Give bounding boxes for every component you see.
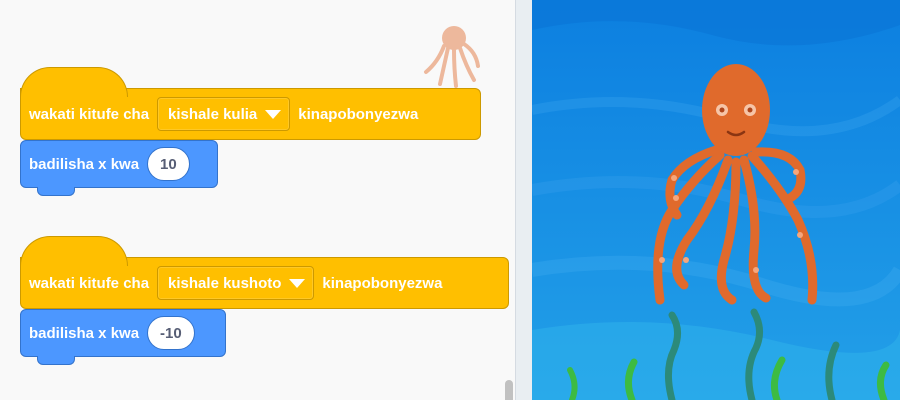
motion-block-label: badilisha x kwa: [29, 155, 140, 173]
key-dropdown[interactable]: kishale kushoto: [157, 266, 315, 300]
change-x-by-block[interactable]: badilisha x kwa 10: [20, 140, 218, 196]
chevron-down-icon: [265, 109, 282, 119]
script-right-arrow[interactable]: wakati kitufe cha kishale kulia kinapobo…: [20, 67, 481, 196]
when-key-pressed-hat-block[interactable]: wakati kitufe cha kishale kushoto kinapo…: [20, 236, 509, 309]
vertical-scrollbar[interactable]: [505, 380, 513, 400]
octopus-sprite[interactable]: [632, 60, 832, 310]
sprite-thumbnail-octopus-icon: [424, 26, 480, 88]
script-left-arrow[interactable]: wakati kitufe cha kishale kushoto kinapo…: [20, 236, 509, 365]
motion-block-label: badilisha x kwa: [29, 324, 140, 342]
key-dropdown-value: kishale kushoto: [168, 274, 282, 292]
hat-block-cap: [20, 236, 128, 266]
hat-block-prefix-label: wakati kitufe cha: [29, 274, 150, 292]
code-area[interactable]: wakati kitufe cha kishale kulia kinapobo…: [0, 0, 515, 400]
change-x-by-block[interactable]: badilisha x kwa -10: [20, 309, 226, 365]
when-key-pressed-hat-block[interactable]: wakati kitufe cha kishale kulia kinapobo…: [20, 67, 481, 140]
key-dropdown[interactable]: kishale kulia: [157, 97, 291, 131]
pane-divider[interactable]: [515, 0, 532, 400]
hat-block-suffix-label: kinapobonyezwa: [298, 105, 419, 123]
chevron-down-icon: [289, 278, 306, 288]
hat-block-cap: [20, 67, 128, 97]
block-notch: [37, 356, 75, 365]
change-x-value-input[interactable]: -10: [147, 316, 195, 350]
stage[interactable]: [532, 0, 900, 400]
hat-block-prefix-label: wakati kitufe cha: [29, 105, 150, 123]
key-dropdown-value: kishale kulia: [168, 105, 258, 123]
block-notch: [37, 187, 75, 196]
hat-block-suffix-label: kinapobonyezwa: [322, 274, 443, 292]
change-x-value-input[interactable]: 10: [147, 147, 190, 181]
